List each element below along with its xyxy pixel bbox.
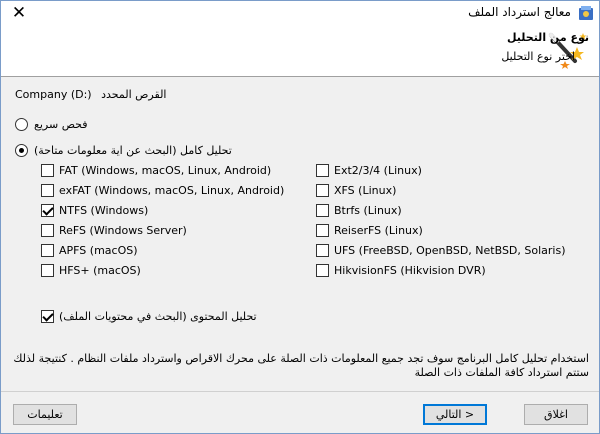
quick-scan-radio-button[interactable] [15, 118, 28, 131]
footer-divider [1, 391, 599, 392]
filesystem-check[interactable] [41, 164, 54, 177]
filesystem-label: XFS (Linux) [334, 184, 397, 197]
window-title: معالج استرداد الملف [468, 5, 571, 19]
filesystem-label: HikvisionFS (Hikvision DVR) [334, 264, 486, 277]
filesystem-checkbox[interactable]: Ext2/3/4 (Linux) [316, 164, 422, 177]
filesystem-check[interactable] [316, 184, 329, 197]
drive-label: القرص المحدد [101, 88, 167, 101]
filesystem-label: ReiserFS (Linux) [334, 224, 423, 237]
full-scan-radio-button[interactable] [15, 144, 28, 157]
filesystem-label: FAT (Windows, macOS, Linux, Android) [59, 164, 272, 177]
filesystem-check[interactable] [41, 224, 54, 237]
filesystem-label: ReFS (Windows Server) [59, 224, 187, 237]
filesystem-label: NTFS (Windows) [59, 204, 149, 217]
full-scan-radio[interactable]: تحليل كامل (البحث عن اية معلومات متاحة) [15, 144, 232, 157]
filesystem-check[interactable] [316, 164, 329, 177]
filesystem-check[interactable] [316, 204, 329, 217]
app-icon [579, 6, 593, 20]
analysis-description: استخدام تحليل كامل البرنامج سوف تجد جميع… [13, 352, 589, 379]
step-title: نوع من التحليل [506, 31, 589, 44]
filesystem-check[interactable] [41, 184, 54, 197]
filesystem-checkbox[interactable]: FAT (Windows, macOS, Linux, Android) [41, 164, 271, 177]
filesystem-checkbox[interactable]: exFAT (Windows, macOS, Linux, Android) [41, 184, 284, 197]
filesystem-label: exFAT (Windows, macOS, Linux, Android) [59, 184, 285, 197]
filesystem-check[interactable] [41, 264, 54, 277]
filesystem-label: Ext2/3/4 (Linux) [334, 164, 422, 177]
next-button[interactable]: التالي > [423, 404, 487, 425]
close-icon[interactable]: ✕ [5, 3, 33, 23]
filesystem-check[interactable] [41, 244, 54, 257]
filesystem-check[interactable] [316, 244, 329, 257]
selected-drive: Company (D:) القرص المحدد [15, 88, 170, 101]
step-subtitle: اختر نوع التحليل [501, 50, 575, 63]
filesystem-check[interactable] [316, 224, 329, 237]
quick-scan-radio[interactable]: فحص سريع [15, 118, 88, 131]
filesystem-checkbox[interactable]: NTFS (Windows) [41, 204, 148, 217]
content-analysis-checkbox[interactable]: تحليل المحتوى (البحث في محتويات الملف) [41, 310, 257, 323]
filesystem-checkbox[interactable]: UFS (FreeBSD, OpenBSD, NetBSD, Solaris) [316, 244, 566, 257]
title-bar: ✕ معالج استرداد الملف [1, 1, 599, 25]
wizard-header: نوع من التحليل اختر نوع التحليل [1, 25, 599, 76]
wizard-window: ✕ معالج استرداد الملف نوع من التحليل اخت… [0, 0, 600, 434]
content-analysis-check[interactable] [41, 310, 54, 323]
filesystem-label: HFS+ (macOS) [59, 264, 141, 277]
quick-scan-label: فحص سريع [34, 118, 88, 131]
content-analysis-label: تحليل المحتوى (البحث في محتويات الملف) [59, 310, 257, 323]
close-button[interactable]: اغلاق [524, 404, 588, 425]
filesystem-checkbox[interactable]: APFS (macOS) [41, 244, 138, 257]
drive-name: Company (D:) [15, 88, 92, 101]
full-scan-label: تحليل كامل (البحث عن اية معلومات متاحة) [34, 144, 232, 157]
filesystem-checkbox[interactable]: HikvisionFS (Hikvision DVR) [316, 264, 486, 277]
filesystem-label: Btrfs (Linux) [334, 204, 402, 217]
filesystem-label: UFS (FreeBSD, OpenBSD, NetBSD, Solaris) [334, 244, 566, 257]
filesystem-checkbox[interactable]: Btrfs (Linux) [316, 204, 402, 217]
filesystem-checkbox[interactable]: ReiserFS (Linux) [316, 224, 423, 237]
filesystem-check[interactable] [41, 204, 54, 217]
header-divider [1, 76, 599, 77]
filesystem-checkbox[interactable]: XFS (Linux) [316, 184, 396, 197]
help-button[interactable]: تعليمات [13, 404, 77, 425]
filesystem-checkbox[interactable]: HFS+ (macOS) [41, 264, 141, 277]
filesystem-checkbox[interactable]: ReFS (Windows Server) [41, 224, 187, 237]
filesystem-label: APFS (macOS) [59, 244, 138, 257]
filesystem-check[interactable] [316, 264, 329, 277]
